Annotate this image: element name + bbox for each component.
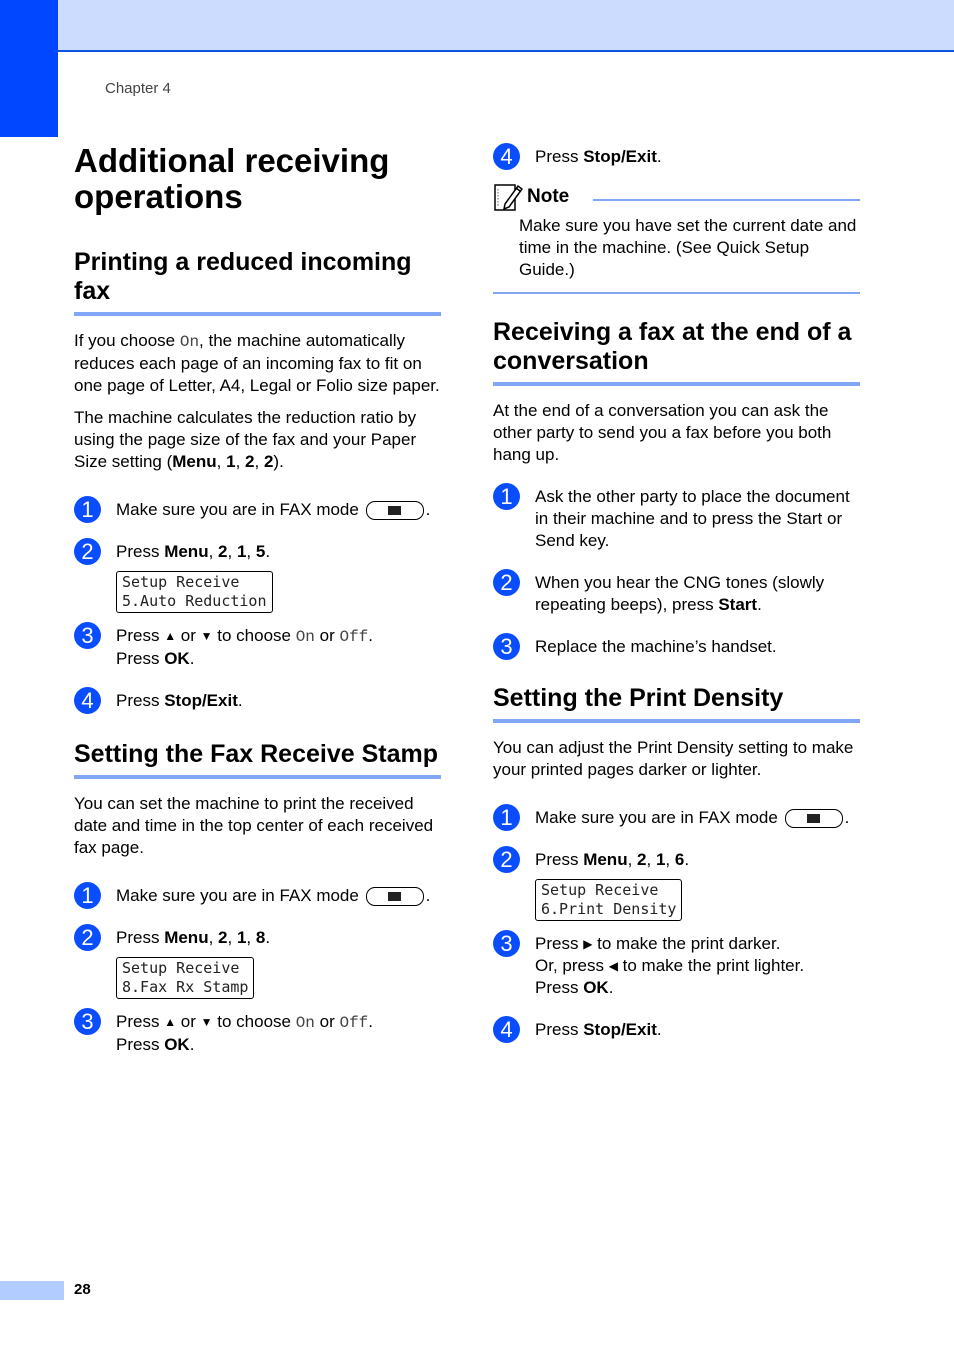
step-number-badge: 4 xyxy=(493,143,520,170)
fax-mode-key-icon xyxy=(365,501,424,521)
note-divider xyxy=(493,292,860,294)
up-arrow-icon: ▲ xyxy=(164,1015,177,1029)
lcd-display: Setup Receive 5.Auto Reduction xyxy=(116,571,273,613)
step: 4 Press Stop/Exit. xyxy=(493,1016,860,1043)
step-number-badge: 1 xyxy=(74,882,101,909)
step: 4 Press Stop/Exit. xyxy=(493,143,860,170)
step: 1 Ask the other party to place the docum… xyxy=(493,483,860,552)
section-heading-conversation: Receiving a fax at the end of a conversa… xyxy=(493,318,860,386)
left-arrow-icon: ◀ xyxy=(608,959,618,973)
step-number-badge: 3 xyxy=(493,930,520,957)
step: 1 Make sure you are in FAX mode . xyxy=(493,804,860,831)
right-column: 4 Press Stop/Exit. Note Make sure you ha… xyxy=(493,143,860,1043)
note-pencil-icon xyxy=(494,184,523,211)
note-box: Note Make sure you have set the current … xyxy=(493,182,860,294)
step: 4 Press Stop/Exit. xyxy=(74,687,441,714)
stamp-para: You can set the machine to print the rec… xyxy=(74,794,434,857)
note-text: Make sure you have set the current date … xyxy=(519,216,857,279)
step-number-badge: 1 xyxy=(493,483,520,510)
step: 3 Press ▲ or ▼ to choose On or Off. Pres… xyxy=(74,622,441,670)
section-heading-density: Setting the Print Density xyxy=(493,684,860,723)
note-divider xyxy=(593,199,860,201)
chapter-tab xyxy=(0,0,58,137)
step: 3 Press ▶ to make the print darker. Or, … xyxy=(493,930,860,999)
step-number-badge: 3 xyxy=(74,1008,101,1035)
chapter-label: Chapter 4 xyxy=(105,80,171,97)
step-number-badge: 2 xyxy=(493,846,520,873)
step: 2 Press Menu, 2, 1, 6. Setup Receive 6.P… xyxy=(493,846,860,921)
lcd-display: Setup Receive 8.Fax Rx Stamp xyxy=(116,957,255,999)
step-number-badge: 4 xyxy=(493,1016,520,1043)
step: 2 When you hear the CNG tones (slowly re… xyxy=(493,569,860,616)
page-number-tab xyxy=(0,1281,64,1300)
lcd-display: Setup Receive 6.Print Density xyxy=(535,879,683,921)
step-number-badge: 4 xyxy=(74,687,101,714)
fax-mode-key-icon xyxy=(365,887,424,907)
section-heading-reduced: Printing a reduced incoming fax xyxy=(74,248,441,316)
step: 1 Make sure you are in FAX mode . xyxy=(74,882,441,909)
reduced-para-1: If you choose On, the machine automatica… xyxy=(74,331,440,395)
step-number-badge: 2 xyxy=(74,924,101,951)
header-band xyxy=(58,0,954,52)
section-heading-stamp: Setting the Fax Receive Stamp xyxy=(74,740,441,779)
left-column: Additional receiving operations Printing… xyxy=(74,143,441,1056)
page-number: 28 xyxy=(74,1281,91,1298)
step: 3 Replace the machine’s handset. xyxy=(493,633,860,660)
density-para: You can adjust the Print Density setting… xyxy=(493,738,854,779)
reduced-para-2: The machine calculates the reduction rat… xyxy=(74,408,417,471)
fax-mode-key-icon xyxy=(784,809,843,829)
down-arrow-icon: ▼ xyxy=(200,629,213,643)
step-number-badge: 2 xyxy=(493,569,520,596)
step: 2 Press Menu, 2, 1, 5. Setup Receive 5.A… xyxy=(74,538,441,613)
step-number-badge: 1 xyxy=(493,804,520,831)
step-number-badge: 1 xyxy=(74,496,101,523)
note-title: Note xyxy=(527,186,570,207)
step-number-badge: 3 xyxy=(493,633,520,660)
step-number-badge: 2 xyxy=(74,538,101,565)
step-number-badge: 3 xyxy=(74,622,101,649)
down-arrow-icon: ▼ xyxy=(200,1015,213,1029)
conversation-para: At the end of a conversation you can ask… xyxy=(493,401,832,464)
up-arrow-icon: ▲ xyxy=(164,629,177,643)
step: 3 Press ▲ or ▼ to choose On or Off. Pres… xyxy=(74,1008,441,1056)
page-title: Additional receiving operations xyxy=(74,142,390,215)
step: 1 Make sure you are in FAX mode . xyxy=(74,496,441,523)
step: 2 Press Menu, 2, 1, 8. Setup Receive 8.F… xyxy=(74,924,441,999)
